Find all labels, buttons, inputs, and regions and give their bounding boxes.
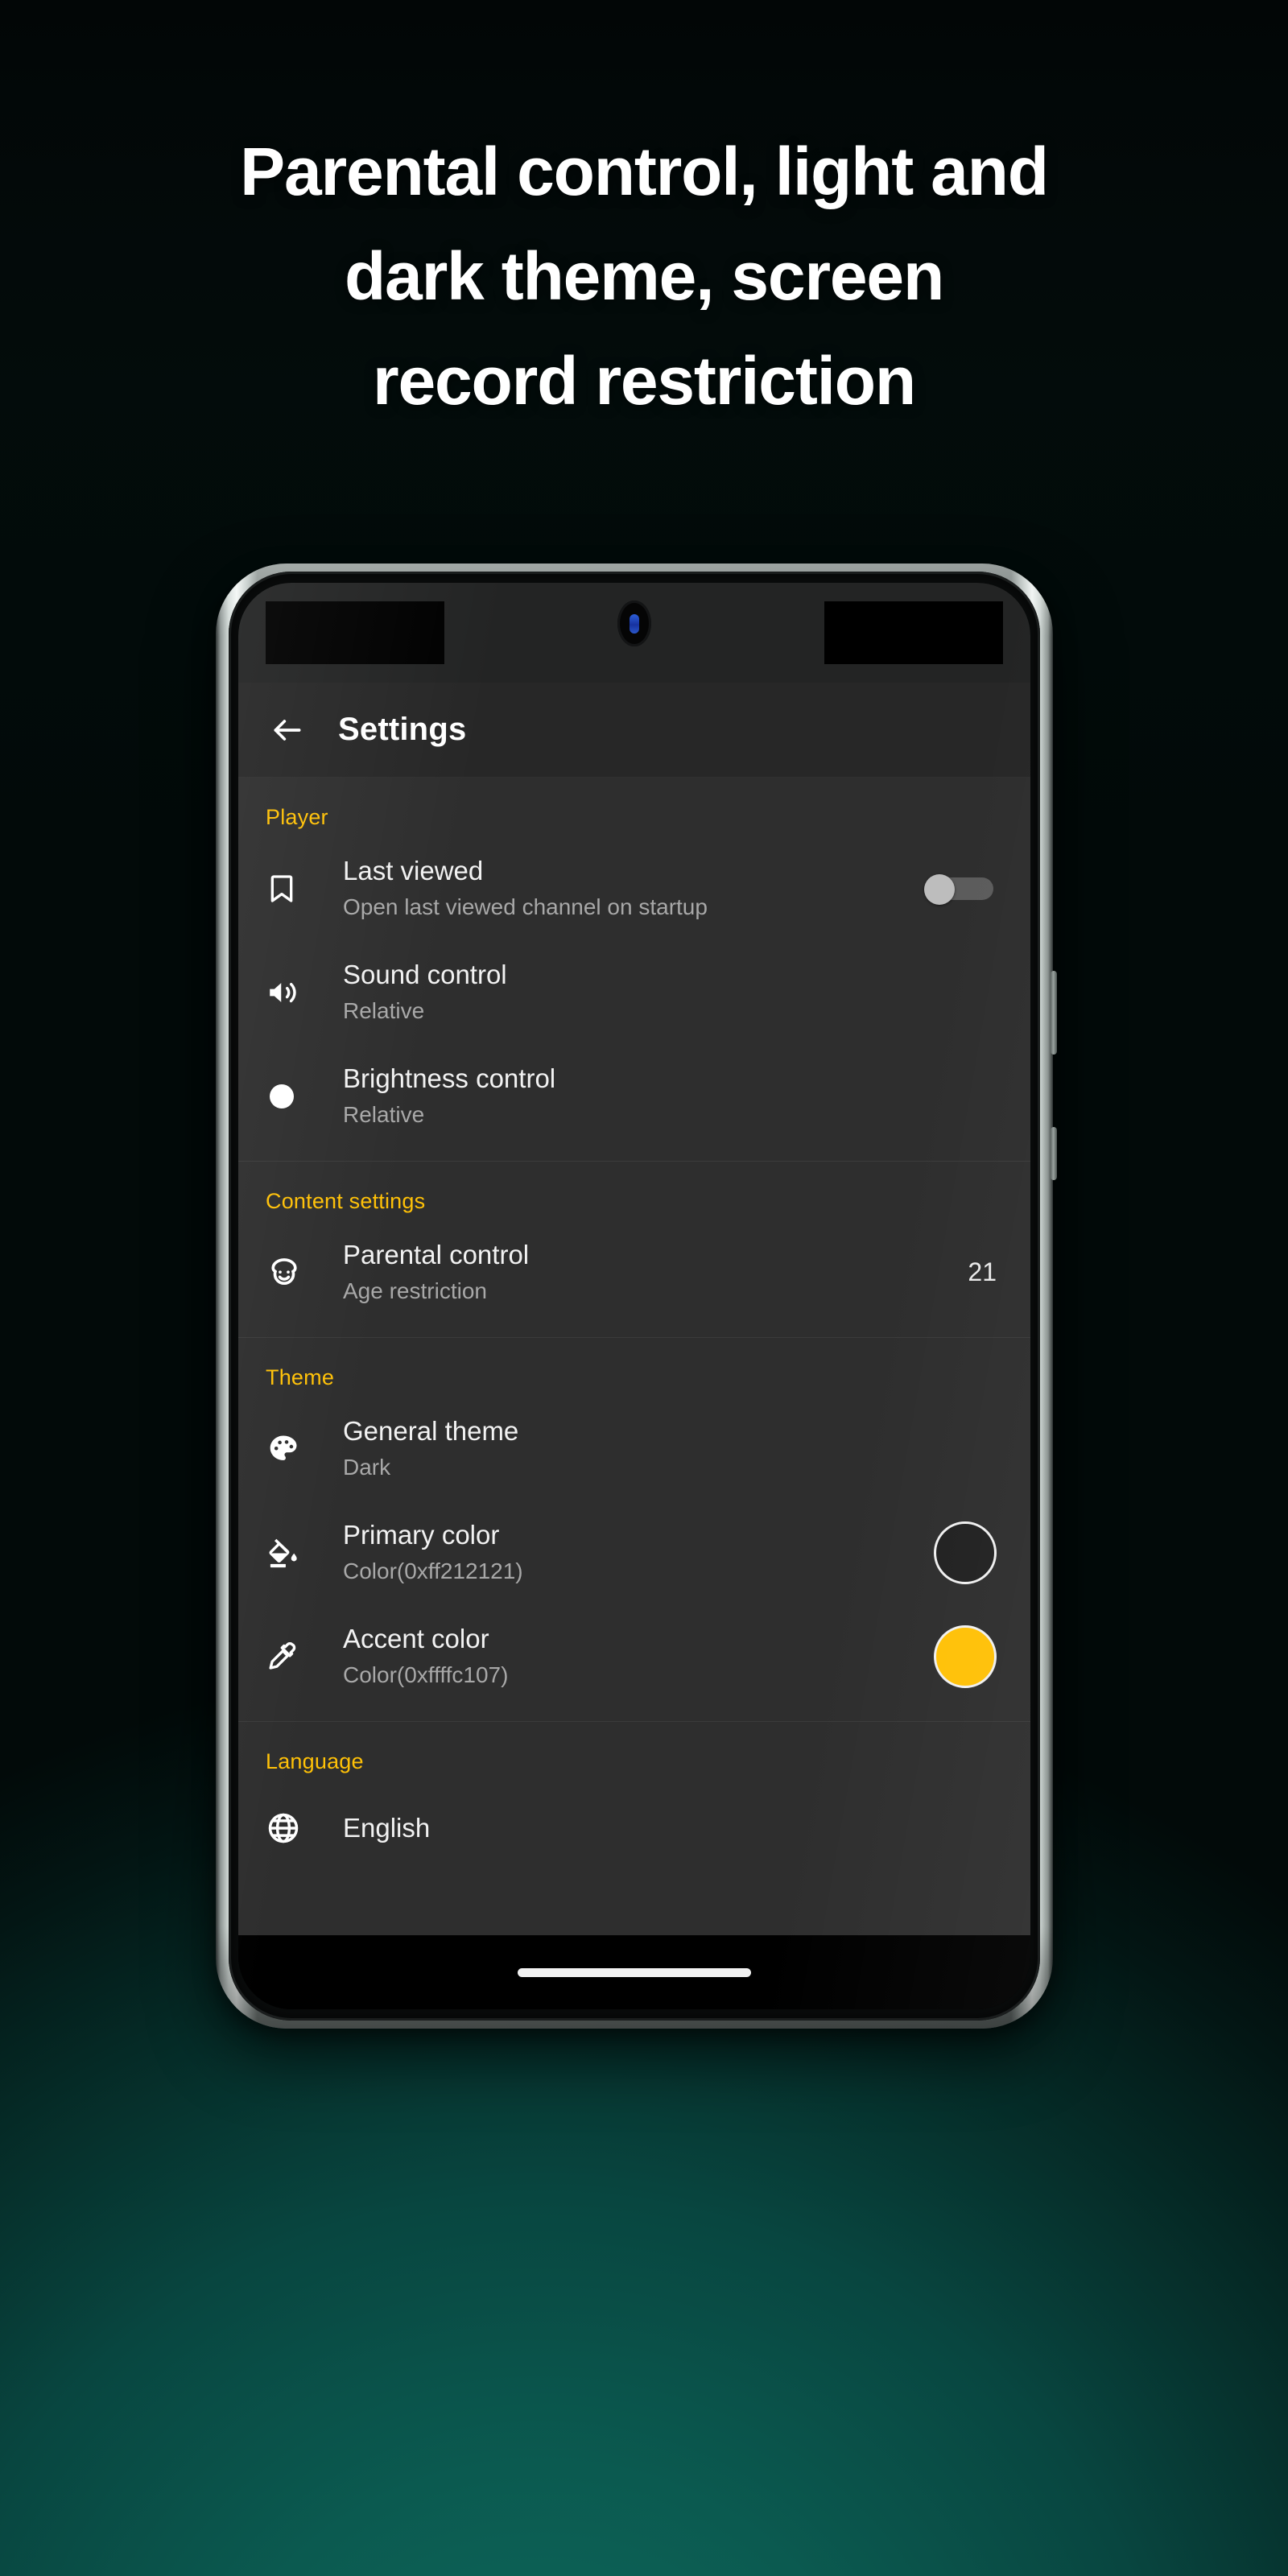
setting-row-primary-color[interactable]: Primary color Color(0xff212121) bbox=[238, 1501, 1030, 1604]
system-navigation-bar bbox=[238, 1935, 1030, 2009]
arrow-left-icon bbox=[274, 719, 301, 741]
setting-title: Primary color bbox=[343, 1520, 500, 1550]
child-face-icon bbox=[271, 1257, 297, 1285]
setting-title: Brightness control bbox=[343, 1063, 556, 1093]
last-viewed-toggle[interactable] bbox=[924, 873, 997, 905]
bookmark-icon-wrap bbox=[266, 873, 316, 905]
brightness-circle-icon-wrap bbox=[266, 1080, 316, 1113]
setting-title: English bbox=[343, 1813, 431, 1843]
setting-row-accent-color[interactable]: Accent color Color(0xffffc107) bbox=[238, 1604, 1030, 1708]
setting-text-last-viewed: Last viewed Open last viewed channel on … bbox=[316, 854, 924, 923]
status-bar-left-redacted bbox=[266, 601, 444, 664]
paint-bucket-icon bbox=[269, 1538, 297, 1567]
setting-subtitle: Dark bbox=[343, 1455, 391, 1480]
setting-trailing bbox=[924, 873, 997, 905]
eyedropper-icon-wrap bbox=[266, 1640, 316, 1674]
setting-subtitle: Relative bbox=[343, 1102, 425, 1127]
setting-subtitle: Open last viewed channel on startup bbox=[343, 894, 708, 919]
status-bar bbox=[238, 583, 1030, 683]
setting-title: Parental control bbox=[343, 1240, 530, 1269]
phone-mockup: Settings Player Last viewed Open last vi… bbox=[216, 564, 1057, 2029]
globe-icon-wrap bbox=[266, 1810, 316, 1846]
child-face-icon-wrap bbox=[266, 1254, 316, 1291]
front-camera-punch-hole bbox=[617, 601, 651, 646]
setting-text-sound-control: Sound control Relative bbox=[316, 958, 932, 1026]
setting-trailing: 21 bbox=[932, 1257, 997, 1287]
power-side-button[interactable] bbox=[1051, 1127, 1057, 1180]
section-header-language: Language bbox=[266, 1749, 364, 1773]
palette-icon-wrap bbox=[266, 1431, 316, 1467]
camera-lens-icon bbox=[630, 613, 639, 634]
accent-color-swatch[interactable] bbox=[934, 1624, 997, 1688]
parental-control-age-value: 21 bbox=[968, 1257, 997, 1286]
setting-row-language[interactable]: English bbox=[238, 1781, 1030, 1876]
setting-text-parental-control: Parental control Age restriction bbox=[316, 1238, 932, 1307]
headline-line-2: dark theme, screen bbox=[344, 238, 944, 314]
section-language: Language English bbox=[238, 1722, 1030, 1889]
setting-text-brightness-control: Brightness control Relative bbox=[316, 1062, 932, 1130]
setting-row-parental-control[interactable]: Parental control Age restriction 21 bbox=[238, 1220, 1030, 1324]
volume-up-icon bbox=[270, 982, 296, 1002]
setting-text-language: English bbox=[316, 1811, 932, 1845]
setting-text-accent-color: Accent color Color(0xffffc107) bbox=[316, 1622, 932, 1690]
palette-icon bbox=[270, 1435, 297, 1460]
section-player: Player Last viewed Open last viewed chan… bbox=[238, 778, 1030, 1162]
setting-subtitle: Relative bbox=[343, 998, 425, 1023]
section-header-theme: Theme bbox=[266, 1365, 335, 1389]
section-header-content-settings: Content settings bbox=[266, 1189, 426, 1213]
setting-text-general-theme: General theme Dark bbox=[316, 1414, 932, 1483]
home-gesture-pill[interactable] bbox=[518, 1967, 751, 1977]
volume-up-icon-wrap bbox=[266, 976, 316, 1009]
primary-color-swatch[interactable] bbox=[934, 1521, 997, 1584]
promo-headline: Parental control, light and dark theme, … bbox=[0, 119, 1288, 433]
paint-bucket-icon-wrap bbox=[266, 1535, 316, 1571]
back-button[interactable] bbox=[269, 712, 306, 749]
globe-icon bbox=[268, 1813, 299, 1843]
app-bar: Settings bbox=[238, 683, 1030, 778]
setting-subtitle: Age restriction bbox=[343, 1278, 487, 1303]
brightness-circle-icon bbox=[270, 1084, 294, 1108]
setting-row-general-theme[interactable]: General theme Dark bbox=[238, 1397, 1030, 1501]
bookmark-icon bbox=[270, 874, 293, 902]
section-content-settings: Content settings Parental control Age re… bbox=[238, 1162, 1030, 1338]
setting-trailing bbox=[932, 1624, 997, 1688]
setting-subtitle: Color(0xffffc107) bbox=[343, 1662, 509, 1687]
eyedropper-icon bbox=[269, 1641, 296, 1670]
headline-line-3: record restriction bbox=[373, 343, 916, 419]
page-title: Settings bbox=[338, 712, 467, 747]
toggle-knob bbox=[924, 873, 955, 905]
setting-title: General theme bbox=[343, 1416, 519, 1446]
setting-title: Accent color bbox=[343, 1624, 489, 1653]
setting-text-primary-color: Primary color Color(0xff212121) bbox=[316, 1518, 932, 1587]
setting-row-brightness-control[interactable]: Brightness control Relative bbox=[238, 1044, 1030, 1148]
setting-row-last-viewed[interactable]: Last viewed Open last viewed channel on … bbox=[238, 836, 1030, 940]
setting-trailing bbox=[932, 1521, 997, 1584]
status-bar-right-redacted bbox=[824, 601, 1003, 664]
volume-side-button[interactable] bbox=[1051, 971, 1057, 1055]
section-header-player: Player bbox=[266, 805, 328, 829]
section-theme: Theme General theme Dark Primary color C… bbox=[238, 1338, 1030, 1722]
setting-row-sound-control[interactable]: Sound control Relative bbox=[238, 940, 1030, 1044]
setting-subtitle: Color(0xff212121) bbox=[343, 1558, 523, 1583]
headline-line-1: Parental control, light and bbox=[240, 134, 1049, 209]
promo-screenshot: Parental control, light and dark theme, … bbox=[0, 0, 1288, 2576]
phone-screen: Settings Player Last viewed Open last vi… bbox=[238, 583, 1030, 2009]
settings-list[interactable]: Player Last viewed Open last viewed chan… bbox=[238, 778, 1030, 1935]
setting-title: Sound control bbox=[343, 960, 507, 989]
setting-title: Last viewed bbox=[343, 856, 484, 886]
